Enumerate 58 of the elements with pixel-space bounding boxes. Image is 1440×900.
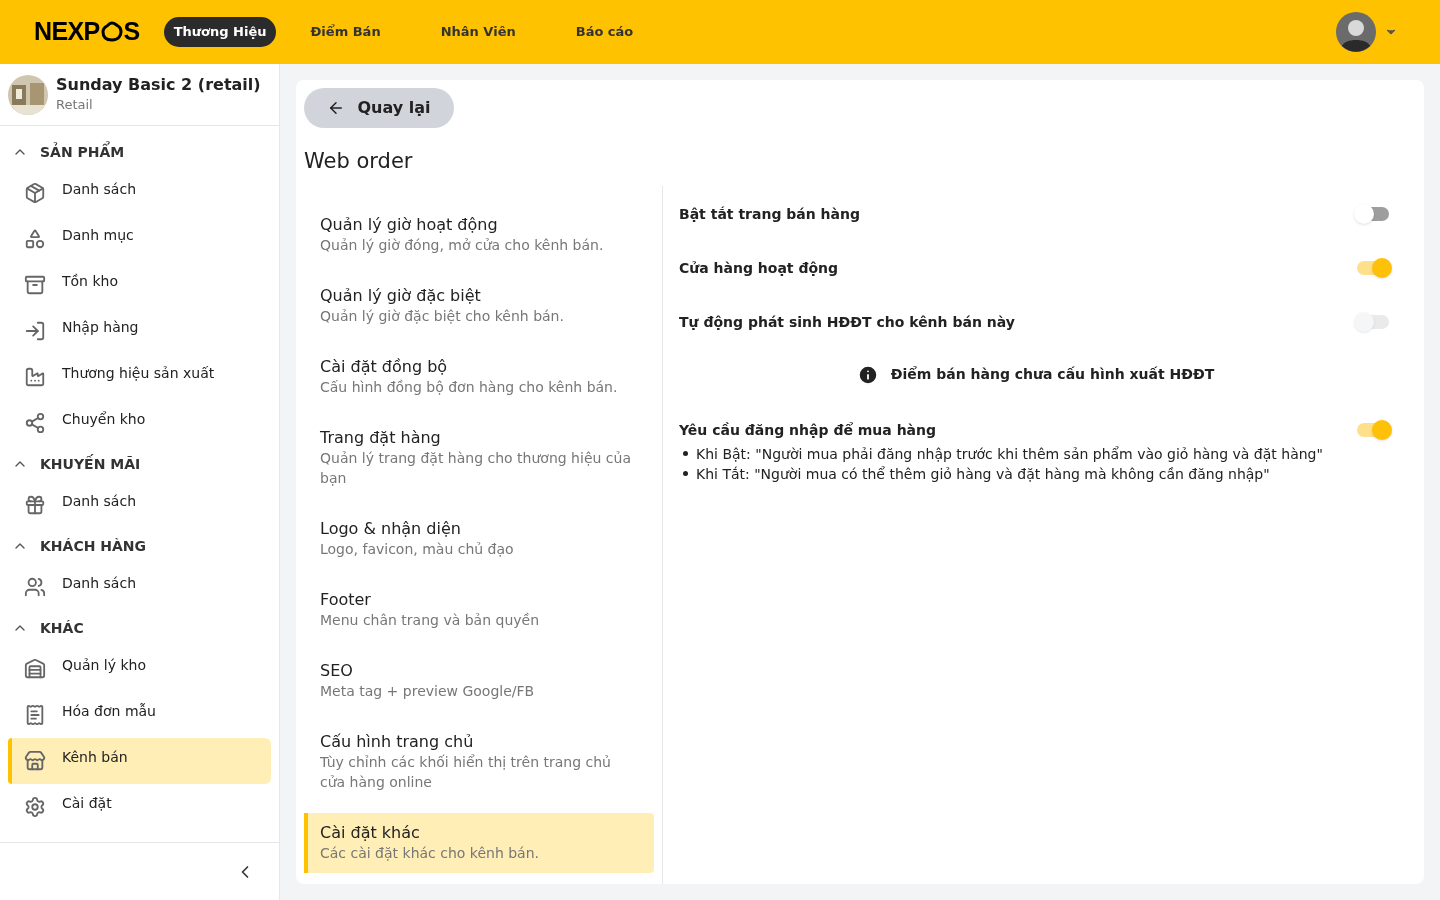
settings-menu-item[interactable]: Logo & nhận diện Logo, favicon, màu chủ đạo — [304, 509, 654, 569]
page-title: Web order — [304, 148, 414, 175]
archive-icon — [24, 274, 46, 296]
section-heading: KHÁC — [40, 618, 84, 638]
logo[interactable]: NEXP S — [34, 13, 140, 51]
sidebar-item[interactable]: Cài đặt — [8, 784, 271, 830]
settings-icon — [24, 796, 46, 818]
share-icon — [24, 412, 46, 434]
nav-tab[interactable]: Điểm Bán — [284, 17, 407, 47]
settings-menu-item[interactable]: Footer Menu chân trang và bản quyền — [304, 580, 654, 640]
bullet-icon — [683, 451, 688, 456]
store-type: Retail — [56, 95, 94, 114]
back-button[interactable]: Quay lại — [304, 88, 454, 128]
shapes-icon — [24, 228, 46, 250]
sidebar-item[interactable]: Kênh bán — [8, 738, 271, 784]
sidebar-item[interactable]: Danh sách — [8, 482, 271, 528]
receipt-icon — [24, 704, 46, 726]
blob-icon — [100, 21, 123, 43]
people-icon — [24, 576, 46, 598]
store-name: Sunday Basic 2 (retail) — [56, 74, 261, 95]
avatar[interactable] — [1336, 12, 1376, 52]
factory-icon — [24, 366, 46, 388]
settings-menu-item[interactable]: Quản lý giờ đặc biệt Quản lý giờ đặc biệt cho kênh bán. — [304, 276, 654, 336]
sidebar-item[interactable]: Danh sách — [8, 170, 271, 216]
notice-text: Điểm bán hàng chưa cấu hình xuất HĐĐT — [890, 365, 1215, 384]
nav-tab[interactable]: Nhân Viên — [414, 17, 542, 47]
gift-icon — [24, 494, 46, 516]
nav-tab[interactable]: Báo cáo — [549, 17, 660, 47]
warehouse-icon — [24, 658, 46, 680]
sidebar-item[interactable]: Thương hiệu sản xuất — [8, 354, 271, 400]
setting-note: Khi Bật: "Người mua phải đăng nhập trước khi thêm sản phẩm vào giỏ hàng và đặt hàng" — [696, 444, 1323, 464]
import-icon — [24, 320, 46, 342]
setting-label: Tự động phát sinh HĐĐT cho kênh bán này — [679, 312, 1015, 332]
sidebar-item[interactable]: Danh mục — [8, 216, 271, 262]
sidebar-item[interactable]: Quản lý kho — [8, 646, 271, 692]
section-heading: KHÁCH HÀNG — [40, 536, 147, 556]
nav-tab[interactable]: Thương Hiệu — [163, 17, 277, 47]
section-heading: SẢN PHẨM — [40, 141, 125, 162]
setting-label: Cửa hàng hoạt động — [679, 258, 839, 278]
section-heading: KHUYẾN MÃI — [40, 453, 141, 474]
bullet-icon — [683, 471, 688, 476]
sidebar-item[interactable]: Nhập hàng — [8, 308, 271, 354]
box-icon — [24, 182, 46, 204]
setting-label: Yêu cầu đăng nhập để mua hàng — [679, 420, 938, 440]
sidebar-item[interactable]: Chuyển kho — [8, 400, 271, 446]
sidebar-item[interactable]: Hóa đơn mẫu — [8, 692, 271, 738]
settings-menu-item[interactable]: Quản lý giờ hoạt động Quản lý giờ đóng, mở cửa cho kênh bán. — [304, 205, 654, 265]
setting-note: Khi Tắt: "Người mua có thể thêm giỏ hàng và đặt hàng mà không cần đăng nhập" — [696, 464, 1270, 484]
sidebar-item[interactable]: Danh sách — [8, 564, 271, 610]
store-icon — [24, 750, 46, 772]
settings-menu-item[interactable]: Trang đặt hàng Quản lý trang đặt hàng cho thương hiệu của bạn — [304, 418, 654, 498]
settings-menu-item[interactable]: Cài đặt đồng bộ Cấu hình đồng bộ đơn hàng cho kênh bán. — [304, 347, 654, 407]
settings-menu-item[interactable]: Cấu hình trang chủ Tùy chỉnh các khối hiển thị trên trang chủ cửa hàng online — [304, 722, 654, 802]
info-icon — [856, 363, 879, 386]
sidebar-item[interactable]: Tồn kho — [8, 262, 271, 308]
setting-label: Bật tắt trang bán hàng — [679, 204, 860, 224]
settings-menu-item[interactable]: SEO Meta tag + preview Google/FB — [304, 651, 654, 711]
settings-menu-item[interactable]: Cài đặt khác Các cài đặt khác cho kênh bán. — [304, 813, 654, 873]
